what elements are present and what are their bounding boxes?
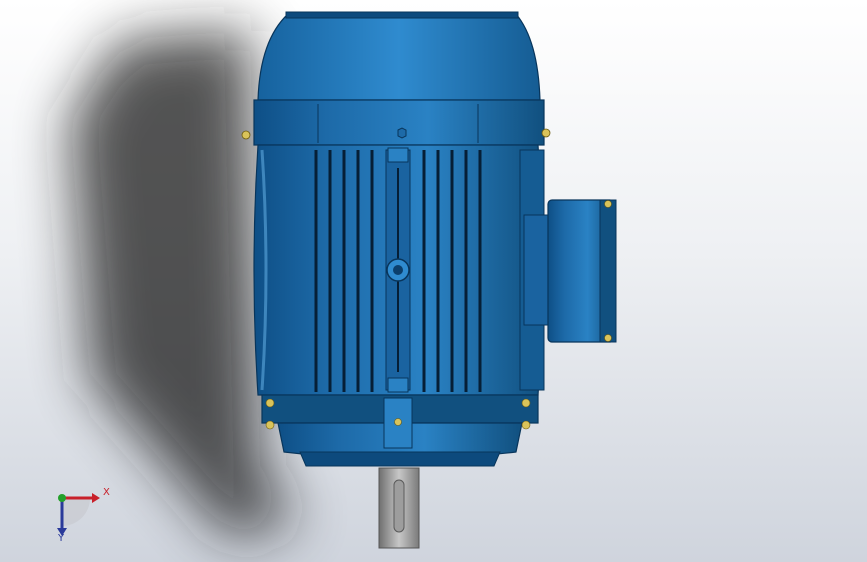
fan-cover bbox=[257, 11, 541, 101]
graphics-viewport[interactable]: X Y bbox=[0, 0, 867, 562]
x-axis-label: X bbox=[103, 487, 110, 498]
lifting-eye bbox=[385, 147, 411, 393]
motor-3d-model[interactable] bbox=[0, 0, 867, 562]
motor-shaft bbox=[378, 467, 420, 549]
coordinate-triad: X Y bbox=[40, 478, 120, 548]
origin-marker bbox=[58, 494, 66, 502]
drive-end-shield bbox=[261, 394, 539, 467]
end-band bbox=[241, 99, 551, 146]
y-axis-label: Y bbox=[58, 533, 65, 544]
terminal-box bbox=[519, 149, 617, 391]
